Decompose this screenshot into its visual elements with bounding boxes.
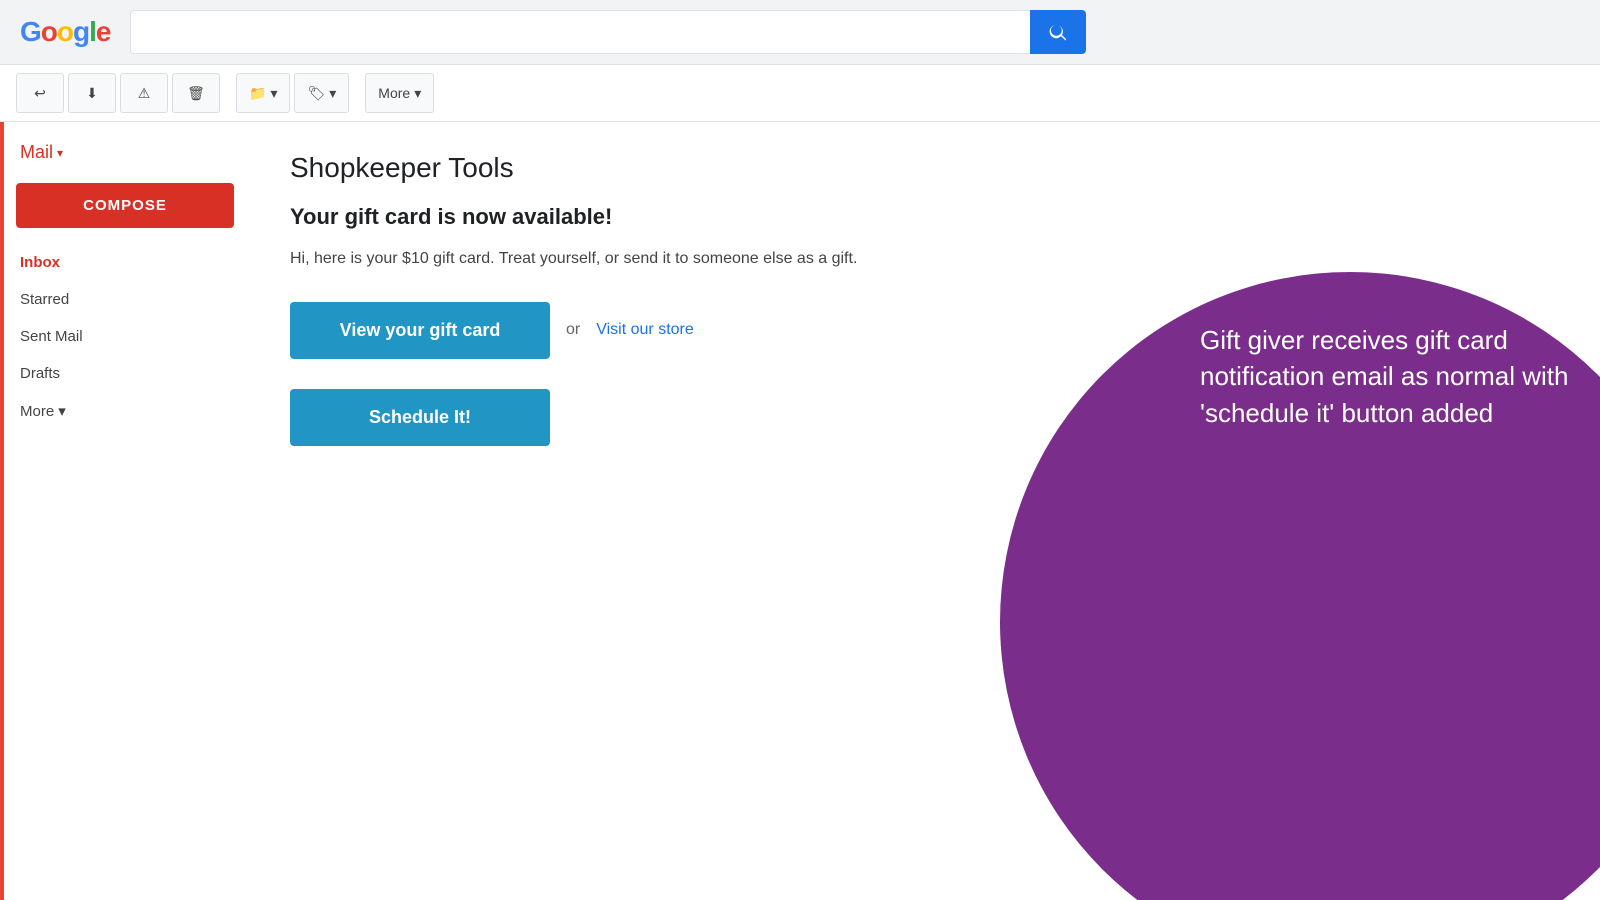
sidebar-item-sent[interactable]: Sent Mail [0, 318, 250, 355]
google-logo: Google [20, 16, 110, 48]
more-arrow: ▾ [414, 85, 421, 102]
logo-letter-e: e [96, 16, 111, 48]
delete-icon: 🗑 [187, 85, 205, 102]
main-layout: ↩ ⬇ ⚠ 🗑 📁 ▾ 🏷 ▾ More ▾ Mail [0, 65, 1600, 900]
search-icon [1048, 22, 1068, 42]
more-button[interactable]: More ▾ [365, 73, 434, 113]
sidebar-item-inbox[interactable]: Inbox [0, 244, 250, 281]
email-content: Shopkeeper Tools Your gift card is now a… [250, 122, 1600, 900]
spam-icon: ⚠ [138, 85, 151, 102]
label-arrow: ▾ [329, 85, 336, 102]
logo-letter-l: l [89, 16, 96, 48]
label-icon: 🏷 [307, 85, 325, 102]
spam-button[interactable]: ⚠ [120, 73, 168, 113]
search-input[interactable] [130, 10, 1030, 54]
starred-label: Starred [20, 291, 69, 308]
move-button[interactable]: 📁 ▾ [236, 73, 290, 113]
search-button[interactable] [1030, 10, 1086, 54]
visit-store-link[interactable]: Visit our store [596, 321, 694, 339]
reply-icon: ↩ [34, 85, 46, 102]
sidebar-item-more[interactable]: More ▾ [0, 392, 250, 430]
email-body: Hi, here is your $10 gift card. Treat yo… [290, 246, 890, 272]
more-nav-label: More [20, 403, 54, 420]
body-area: Mail ▾ COMPOSE Inbox Starred Sent Mail D… [0, 122, 1600, 900]
folder-icon: 📁 [249, 85, 266, 102]
sidebar-item-starred[interactable]: Starred [0, 281, 250, 318]
logo-letter-o1: o [41, 16, 57, 48]
move-arrow: ▾ [270, 85, 277, 102]
archive-icon: ⬇ [86, 85, 98, 102]
archive-button[interactable]: ⬇ [68, 73, 116, 113]
callout-text: Gift giver receives gift card notificati… [1200, 322, 1580, 431]
logo-letter-g1: G [20, 16, 41, 48]
reply-button[interactable]: ↩ [16, 73, 64, 113]
top-bar: Google [0, 0, 1600, 65]
label-button[interactable]: 🏷 ▾ [294, 73, 349, 113]
toolbar: ↩ ⬇ ⚠ 🗑 📁 ▾ 🏷 ▾ More ▾ [0, 65, 1600, 122]
mail-dropdown-arrow: ▾ [57, 146, 63, 160]
drafts-label: Drafts [20, 365, 60, 382]
email-subject: Your gift card is now available! [290, 204, 1560, 230]
logo-letter-o2: o [57, 16, 73, 48]
or-text: or [566, 321, 580, 339]
sidebar-item-drafts[interactable]: Drafts [0, 355, 250, 392]
delete-button[interactable]: 🗑 [172, 73, 220, 113]
more-label: More [378, 85, 410, 101]
mail-header[interactable]: Mail ▾ [0, 130, 250, 175]
inbox-label: Inbox [20, 254, 60, 271]
mail-label: Mail [20, 142, 53, 163]
schedule-button[interactable]: Schedule It! [290, 389, 550, 446]
sidebar: Mail ▾ COMPOSE Inbox Starred Sent Mail D… [0, 122, 250, 900]
more-nav-arrow: ▾ [58, 402, 66, 420]
logo-letter-g2: g [73, 16, 89, 48]
email-sender: Shopkeeper Tools [290, 152, 1560, 184]
compose-button[interactable]: COMPOSE [16, 183, 234, 228]
search-bar [130, 10, 1580, 54]
view-gift-card-button[interactable]: View your gift card [290, 302, 550, 359]
sent-label: Sent Mail [20, 328, 83, 345]
